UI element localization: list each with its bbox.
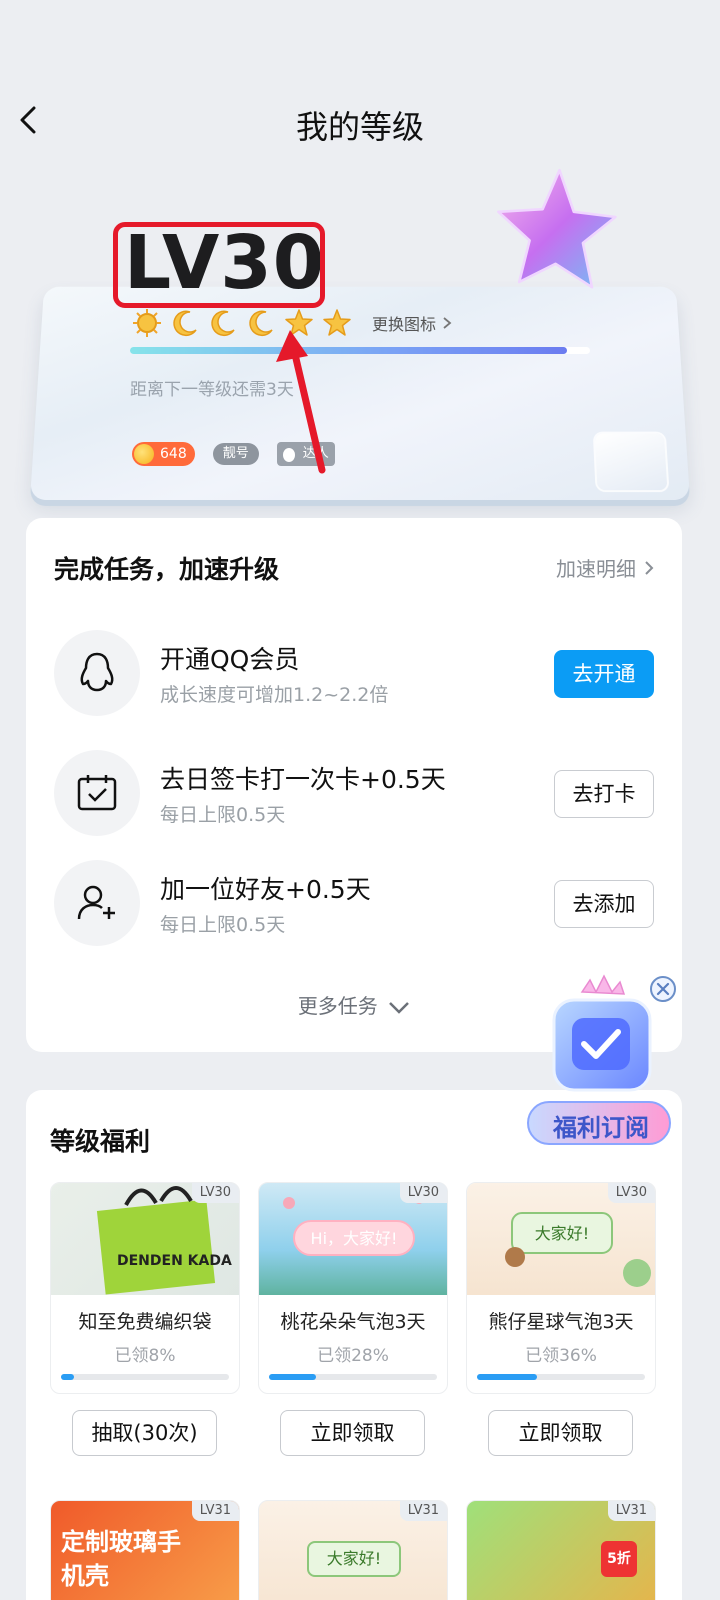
level-tag: LV31 <box>191 1501 239 1521</box>
benefit-item[interactable]: LV31 大家好! <box>258 1500 448 1600</box>
level-star-icon <box>497 168 617 289</box>
level-tag: LV30 <box>607 1183 655 1203</box>
open-vip-button[interactable]: 去开通 <box>554 650 654 698</box>
task-item: 去日签卡打一次卡+0.5天 每日上限0.5天 去打卡 <box>54 750 654 838</box>
change-icon-label: 更换图标 <box>372 315 437 334</box>
task-item: 加一位好友+0.5天 每日上限0.5天 去添加 <box>54 860 654 948</box>
chevron-down-icon <box>389 1001 410 1014</box>
level-highlight-box <box>113 222 325 308</box>
benefit-progress-fill <box>477 1374 538 1380</box>
card-decoration <box>594 433 668 491</box>
calendar-check-icon <box>54 750 140 836</box>
benefit-name: 熊仔星球气泡3天 <box>488 1311 634 1333</box>
change-icon-link[interactable]: 更换图标 <box>372 311 452 335</box>
benefit-progress <box>61 1374 229 1380</box>
level-progress-bar <box>130 347 590 354</box>
bag-brand-text: DENDEN KADA <box>117 1253 232 1269</box>
benefit-item[interactable]: LV31 5折 <box>466 1500 656 1600</box>
benefit-claimed: 已领28% <box>317 1346 389 1366</box>
benefit-item[interactable]: Hi，大家好! LV30 桃花朵朵气泡3天 已领28% <box>258 1182 448 1394</box>
level-tag: LV30 <box>191 1183 239 1203</box>
boost-detail-label: 加速明细 <box>556 557 636 581</box>
sun-icon <box>133 309 161 337</box>
level-tag: LV31 <box>399 1501 447 1521</box>
chevron-right-icon <box>645 560 654 575</box>
chevron-right-icon <box>443 317 452 329</box>
top-bar: 我的等级 <box>0 90 720 160</box>
benefit-claimed: 已领36% <box>525 1346 597 1366</box>
red-arrow-annotation <box>276 330 326 474</box>
benefit-progress <box>477 1374 645 1380</box>
phone-case-title: 定制玻璃手机壳 <box>61 1528 181 1590</box>
welfare-subscribe-label: 福利订阅 <box>553 1114 649 1142</box>
benefits-card: 等级福利 DENDEN KADA LV30 知至免费编织袋 已领8% Hi，大家… <box>26 1090 682 1600</box>
benefit-name: 桃花朵朵气泡3天 <box>280 1311 426 1333</box>
task-name: 加一位好友+0.5天 <box>160 875 371 904</box>
benefit-item[interactable]: LV31 定制玻璃手机壳 <box>50 1500 240 1600</box>
task-desc: 每日上限0.5天 <box>160 804 286 826</box>
task-name: 去日签卡打一次卡+0.5天 <box>160 765 446 794</box>
moon-icon <box>211 310 235 337</box>
moon-icon <box>173 310 197 337</box>
bubble-text: Hi，大家好! <box>311 1229 398 1248</box>
bubble-text: 大家好! <box>535 1224 589 1243</box>
benefit-item[interactable]: DENDEN KADA LV30 知至免费编织袋 已领8% <box>50 1182 240 1394</box>
more-tasks-label: 更多任务 <box>297 994 378 1018</box>
draw-button[interactable]: 抽取(30次) <box>72 1410 217 1456</box>
discount-badge: 5折 <box>601 1541 637 1577</box>
task-name: 开通QQ会员 <box>160 645 300 674</box>
level-tag: LV31 <box>607 1501 655 1521</box>
benefits-title: 等级福利 <box>50 1127 151 1156</box>
add-friend-icon <box>54 860 140 946</box>
level-tag: LV30 <box>399 1183 447 1203</box>
claim-now-button[interactable]: 立即领取 <box>280 1410 425 1456</box>
benefit-name: 知至免费编织袋 <box>78 1311 212 1333</box>
add-friend-button[interactable]: 去添加 <box>554 880 654 928</box>
task-desc: 成长速度可增加1.2~2.2倍 <box>160 684 389 706</box>
penguin-icon <box>54 630 140 716</box>
benefit-progress-fill <box>61 1374 75 1380</box>
task-desc: 每日上限0.5天 <box>160 914 286 936</box>
coin-badge[interactable]: 648 <box>132 442 195 466</box>
pretty-number-badge[interactable]: 靓号 <box>212 443 259 465</box>
tasks-title: 完成任务，加速升级 <box>54 555 280 584</box>
boost-detail-link[interactable]: 加速明细 <box>556 553 654 582</box>
close-icon[interactable] <box>650 976 676 1002</box>
benefit-item[interactable]: 大家好! LV30 熊仔星球气泡3天 已领36% <box>466 1182 656 1394</box>
benefit-progress-fill <box>269 1374 317 1380</box>
bubble-text: 大家好! <box>307 1541 401 1577</box>
benefit-claimed: 已领8% <box>114 1346 176 1366</box>
task-item: 开通QQ会员 成长速度可增加1.2~2.2倍 去开通 <box>54 630 654 718</box>
page-title: 我的等级 <box>295 108 424 146</box>
coin-icon <box>134 444 154 464</box>
check-in-button[interactable]: 去打卡 <box>554 770 654 818</box>
coin-count: 648 <box>160 446 187 462</box>
benefit-progress <box>269 1374 437 1380</box>
claim-now-button[interactable]: 立即领取 <box>488 1410 633 1456</box>
